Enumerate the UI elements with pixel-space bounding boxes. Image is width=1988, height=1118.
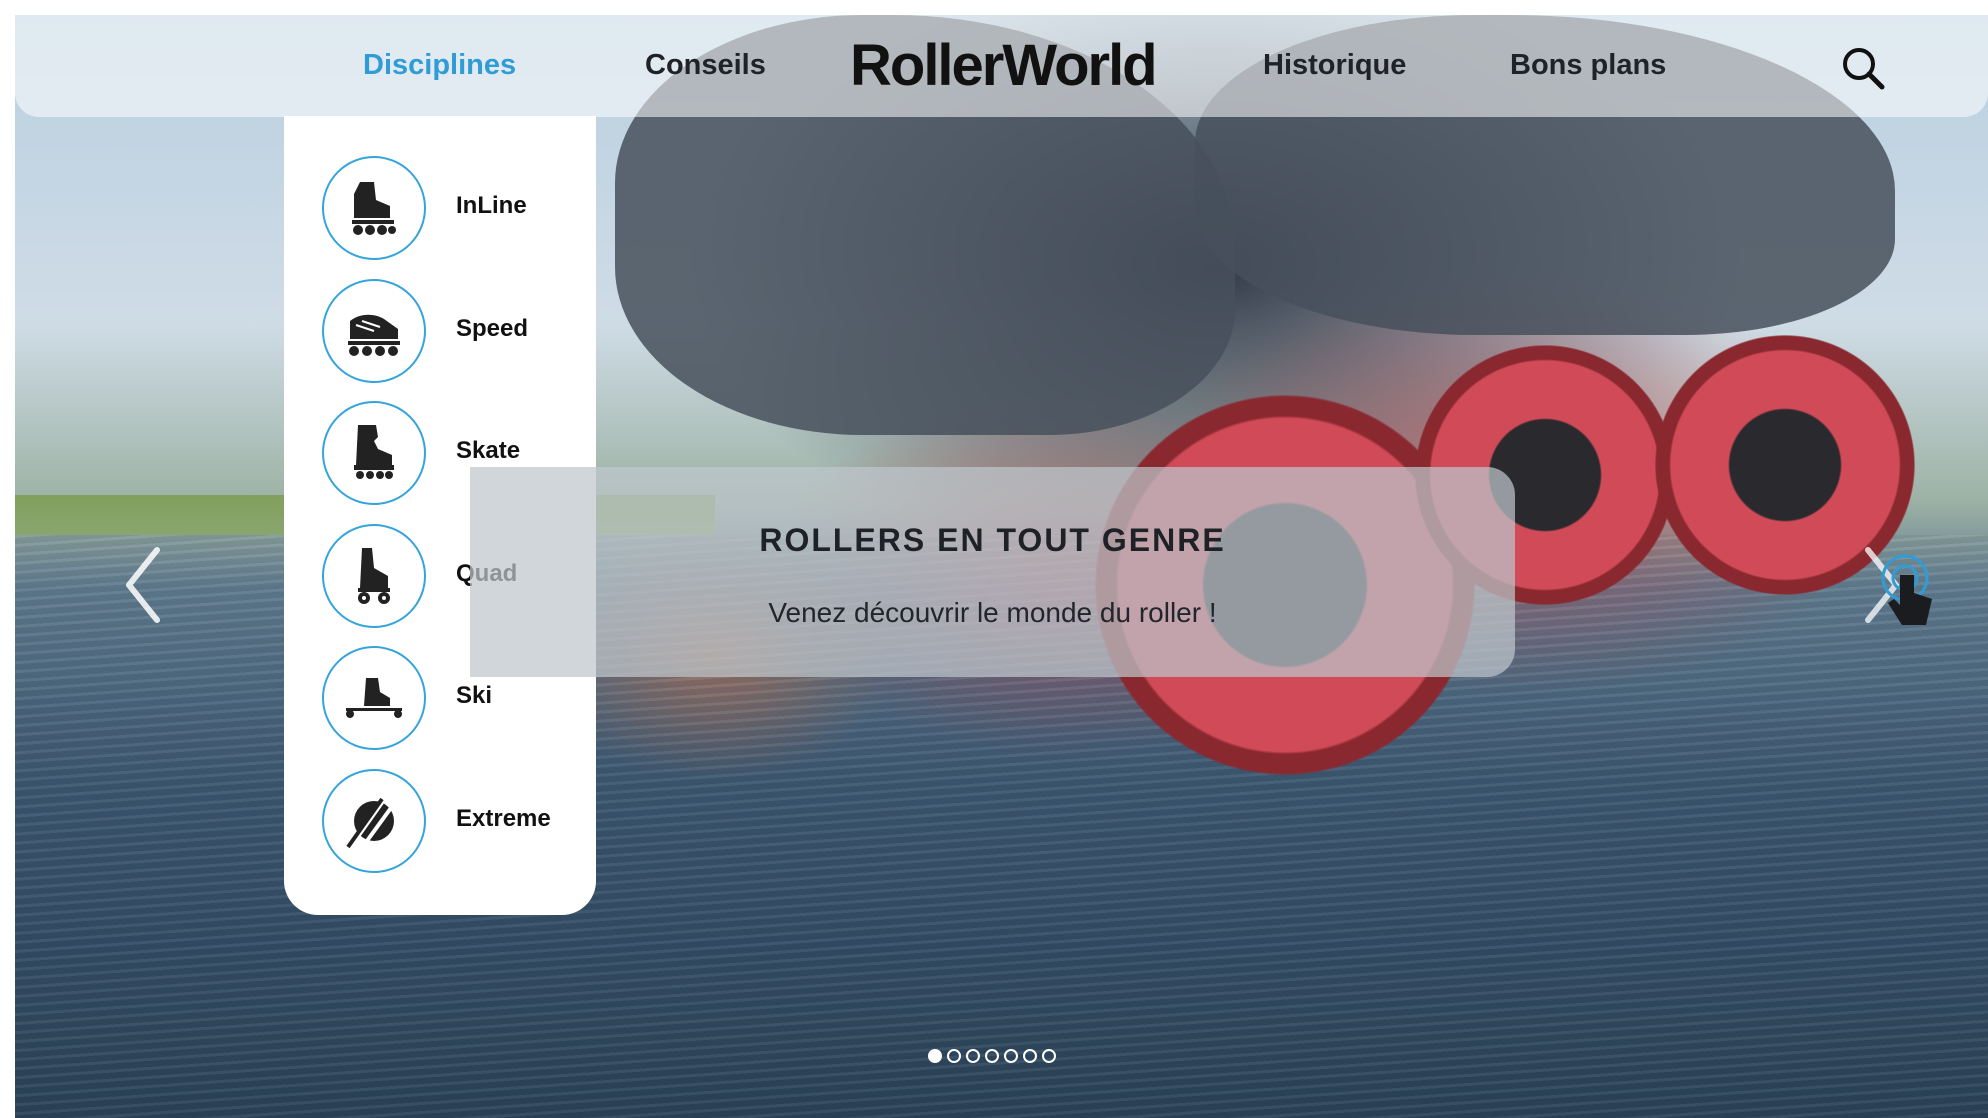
- chevron-left-icon[interactable]: [115, 540, 175, 630]
- carousel-pagination: [928, 1049, 1056, 1069]
- carousel-dot[interactable]: [985, 1049, 999, 1063]
- speed-skate-icon: [322, 279, 426, 383]
- site-logo[interactable]: RollerWorld: [850, 32, 1158, 99]
- menu-item-label: Speed: [456, 315, 529, 342]
- quad-skate-icon: [322, 524, 426, 628]
- carousel-dot[interactable]: [1023, 1049, 1037, 1063]
- hero-subtitle: Venez découvrir le monde du roller !: [768, 597, 1217, 628]
- hand-cursor-icon: [1881, 554, 1932, 625]
- aggressive-skate-icon: [322, 401, 426, 505]
- nav-historique[interactable]: Historique: [1263, 49, 1406, 82]
- menu-item-speed[interactable]: Speed: [322, 279, 582, 383]
- extreme-icon: [322, 769, 426, 873]
- search-icon[interactable]: [1840, 45, 1886, 91]
- hero-title: ROLLERS EN TOUT GENRE: [759, 522, 1226, 558]
- menu-item-label: Ski: [456, 682, 493, 709]
- nav-disciplines[interactable]: Disciplines: [363, 49, 516, 82]
- carousel-dot[interactable]: [1042, 1049, 1056, 1063]
- menu-item-extreme[interactable]: Extreme: [322, 769, 582, 873]
- menu-item-inline[interactable]: InLine: [322, 156, 582, 260]
- carousel-dot[interactable]: [928, 1049, 942, 1063]
- nav-bons-plans[interactable]: Bons plans: [1510, 49, 1666, 82]
- menu-item-label: Skate: [456, 437, 521, 464]
- carousel-dot[interactable]: [966, 1049, 980, 1063]
- nav-conseils[interactable]: Conseils: [645, 49, 766, 82]
- hero-carousel: Disciplines Conseils RollerWorld Histori…: [15, 15, 1988, 1118]
- roller-ski-icon: [322, 646, 426, 750]
- carousel-dot[interactable]: [1004, 1049, 1018, 1063]
- menu-item-label: Extreme: [456, 805, 551, 832]
- inline-skate-icon: [322, 156, 426, 260]
- top-navbar: Disciplines Conseils RollerWorld Histori…: [15, 15, 1988, 117]
- carousel-dot[interactable]: [947, 1049, 961, 1063]
- menu-item-label: InLine: [456, 192, 527, 219]
- hero-banner: ROLLERS EN TOUT GENRE Venez découvrir le…: [470, 467, 1515, 677]
